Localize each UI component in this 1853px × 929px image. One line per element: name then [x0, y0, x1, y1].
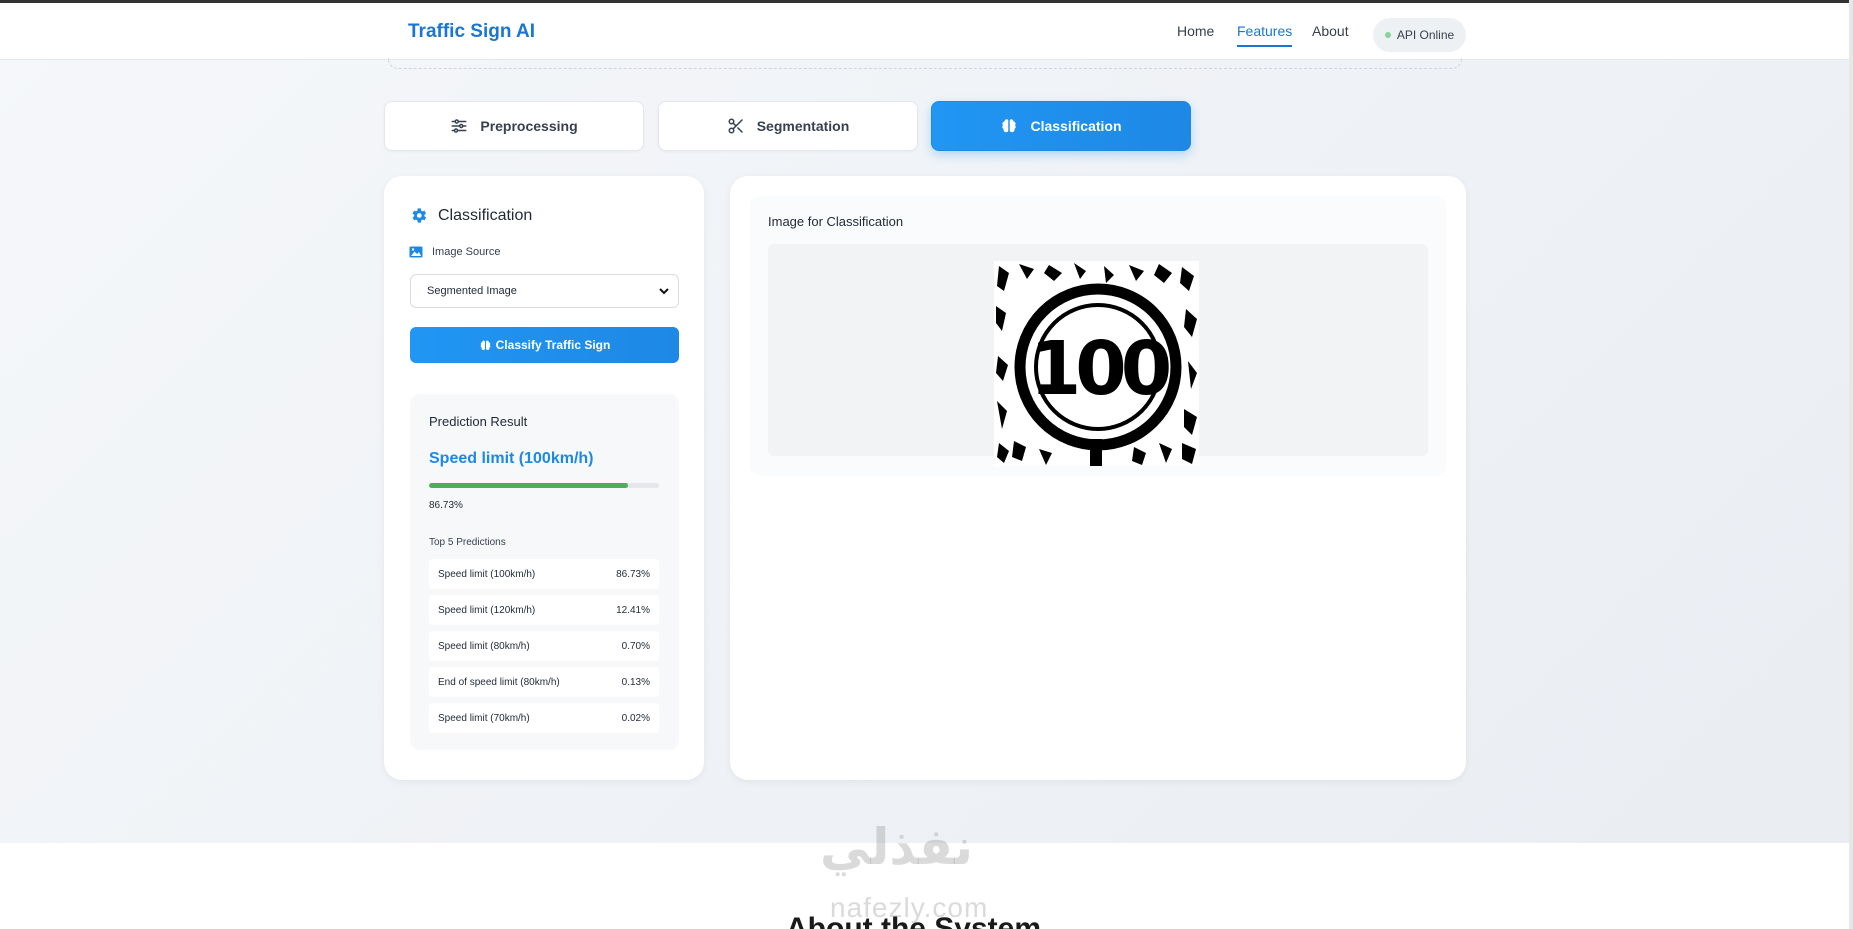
about-heading: About the System: [786, 912, 1042, 929]
panel-title: Classification: [409, 206, 532, 225]
tab-classification[interactable]: Classification: [931, 101, 1191, 151]
segmented-sign-image: 100: [994, 261, 1199, 466]
upload-area-edge: [388, 58, 1462, 69]
top5-row: Speed limit (100km/h) 86.73%: [429, 559, 659, 589]
confidence-value: 86.73%: [429, 500, 463, 511]
image-source-select[interactable]: Segmented Image: [410, 274, 679, 308]
brain-icon: [1002, 119, 1017, 133]
top5-value: 0.70%: [621, 640, 650, 652]
image-section: Image for Classification 100: [750, 196, 1446, 476]
tab-segmentation-label: Segmentation: [756, 118, 850, 134]
classification-panel: Classification Image Source Segmented Im…: [384, 176, 704, 780]
nav-home[interactable]: Home: [1177, 23, 1214, 39]
top5-label: Speed limit (70km/h): [438, 712, 530, 724]
sliders-icon: [451, 119, 467, 133]
top5-heading: Top 5 Predictions: [429, 537, 506, 548]
top5-row: Speed limit (80km/h) 0.70%: [429, 631, 659, 661]
prediction-heading: Prediction Result: [429, 414, 528, 429]
top5-label: Speed limit (80km/h): [438, 640, 530, 652]
scissors-icon: [728, 118, 743, 134]
watermark-arabic: نفذلي: [820, 818, 974, 876]
image-preview-panel: Image for Classification 100: [730, 176, 1466, 780]
panel-title-text: Classification: [438, 206, 533, 224]
tab-preprocessing-label: Preprocessing: [480, 118, 578, 134]
tab-preprocessing[interactable]: Preprocessing: [384, 101, 644, 151]
scrollbar[interactable]: [1849, 0, 1853, 929]
api-status-text: API Online: [1396, 28, 1455, 42]
image-source-value: Segmented Image: [427, 285, 517, 297]
confidence-bar: [429, 483, 659, 488]
top5-list: Speed limit (100km/h) 86.73% Speed limit…: [429, 559, 659, 739]
top5-row: End of speed limit (80km/h) 0.13%: [429, 667, 659, 697]
status-dot-icon: [1384, 32, 1391, 38]
image-source-label: Image Source: [409, 246, 500, 258]
brand-logo[interactable]: Traffic Sign AI: [408, 21, 535, 43]
tab-classification-label: Classification: [1030, 118, 1122, 134]
nav-about[interactable]: About: [1312, 23, 1349, 39]
top5-row: Speed limit (120km/h) 12.41%: [429, 595, 659, 625]
top5-label: End of speed limit (80km/h): [438, 676, 560, 688]
prediction-result-box: Prediction Result Speed limit (100km/h) …: [410, 394, 679, 750]
top5-label: Speed limit (100km/h): [438, 568, 536, 580]
classify-button-label: Classify Traffic Sign: [495, 338, 611, 352]
top5-value: 0.13%: [621, 676, 650, 688]
api-status-badge: API Online: [1373, 18, 1466, 52]
top-navbar: Traffic Sign AI Home Features About API …: [0, 0, 1853, 60]
predicted-class: Speed limit (100km/h): [429, 450, 594, 467]
classify-button[interactable]: Classify Traffic Sign: [410, 327, 679, 363]
top5-value: 86.73%: [616, 568, 650, 580]
image-section-title: Image for Classification: [768, 214, 904, 229]
nav-features[interactable]: Features: [1237, 23, 1293, 47]
image-container: 100: [768, 244, 1428, 466]
top5-value: 12.41%: [616, 604, 650, 616]
image-icon: [409, 246, 423, 258]
chevron-down-icon: [659, 288, 669, 295]
image-source-text: Image Source: [432, 246, 501, 258]
tab-segmentation[interactable]: Segmentation: [658, 101, 918, 151]
sign-number: 100: [1030, 326, 1169, 412]
brain-icon: [480, 340, 490, 350]
top5-value: 0.02%: [621, 712, 650, 724]
gear-icon: [412, 208, 427, 223]
confidence-bar-fill: [429, 483, 629, 488]
top5-row: Speed limit (70km/h) 0.02%: [429, 703, 659, 733]
top5-label: Speed limit (120km/h): [438, 604, 536, 616]
